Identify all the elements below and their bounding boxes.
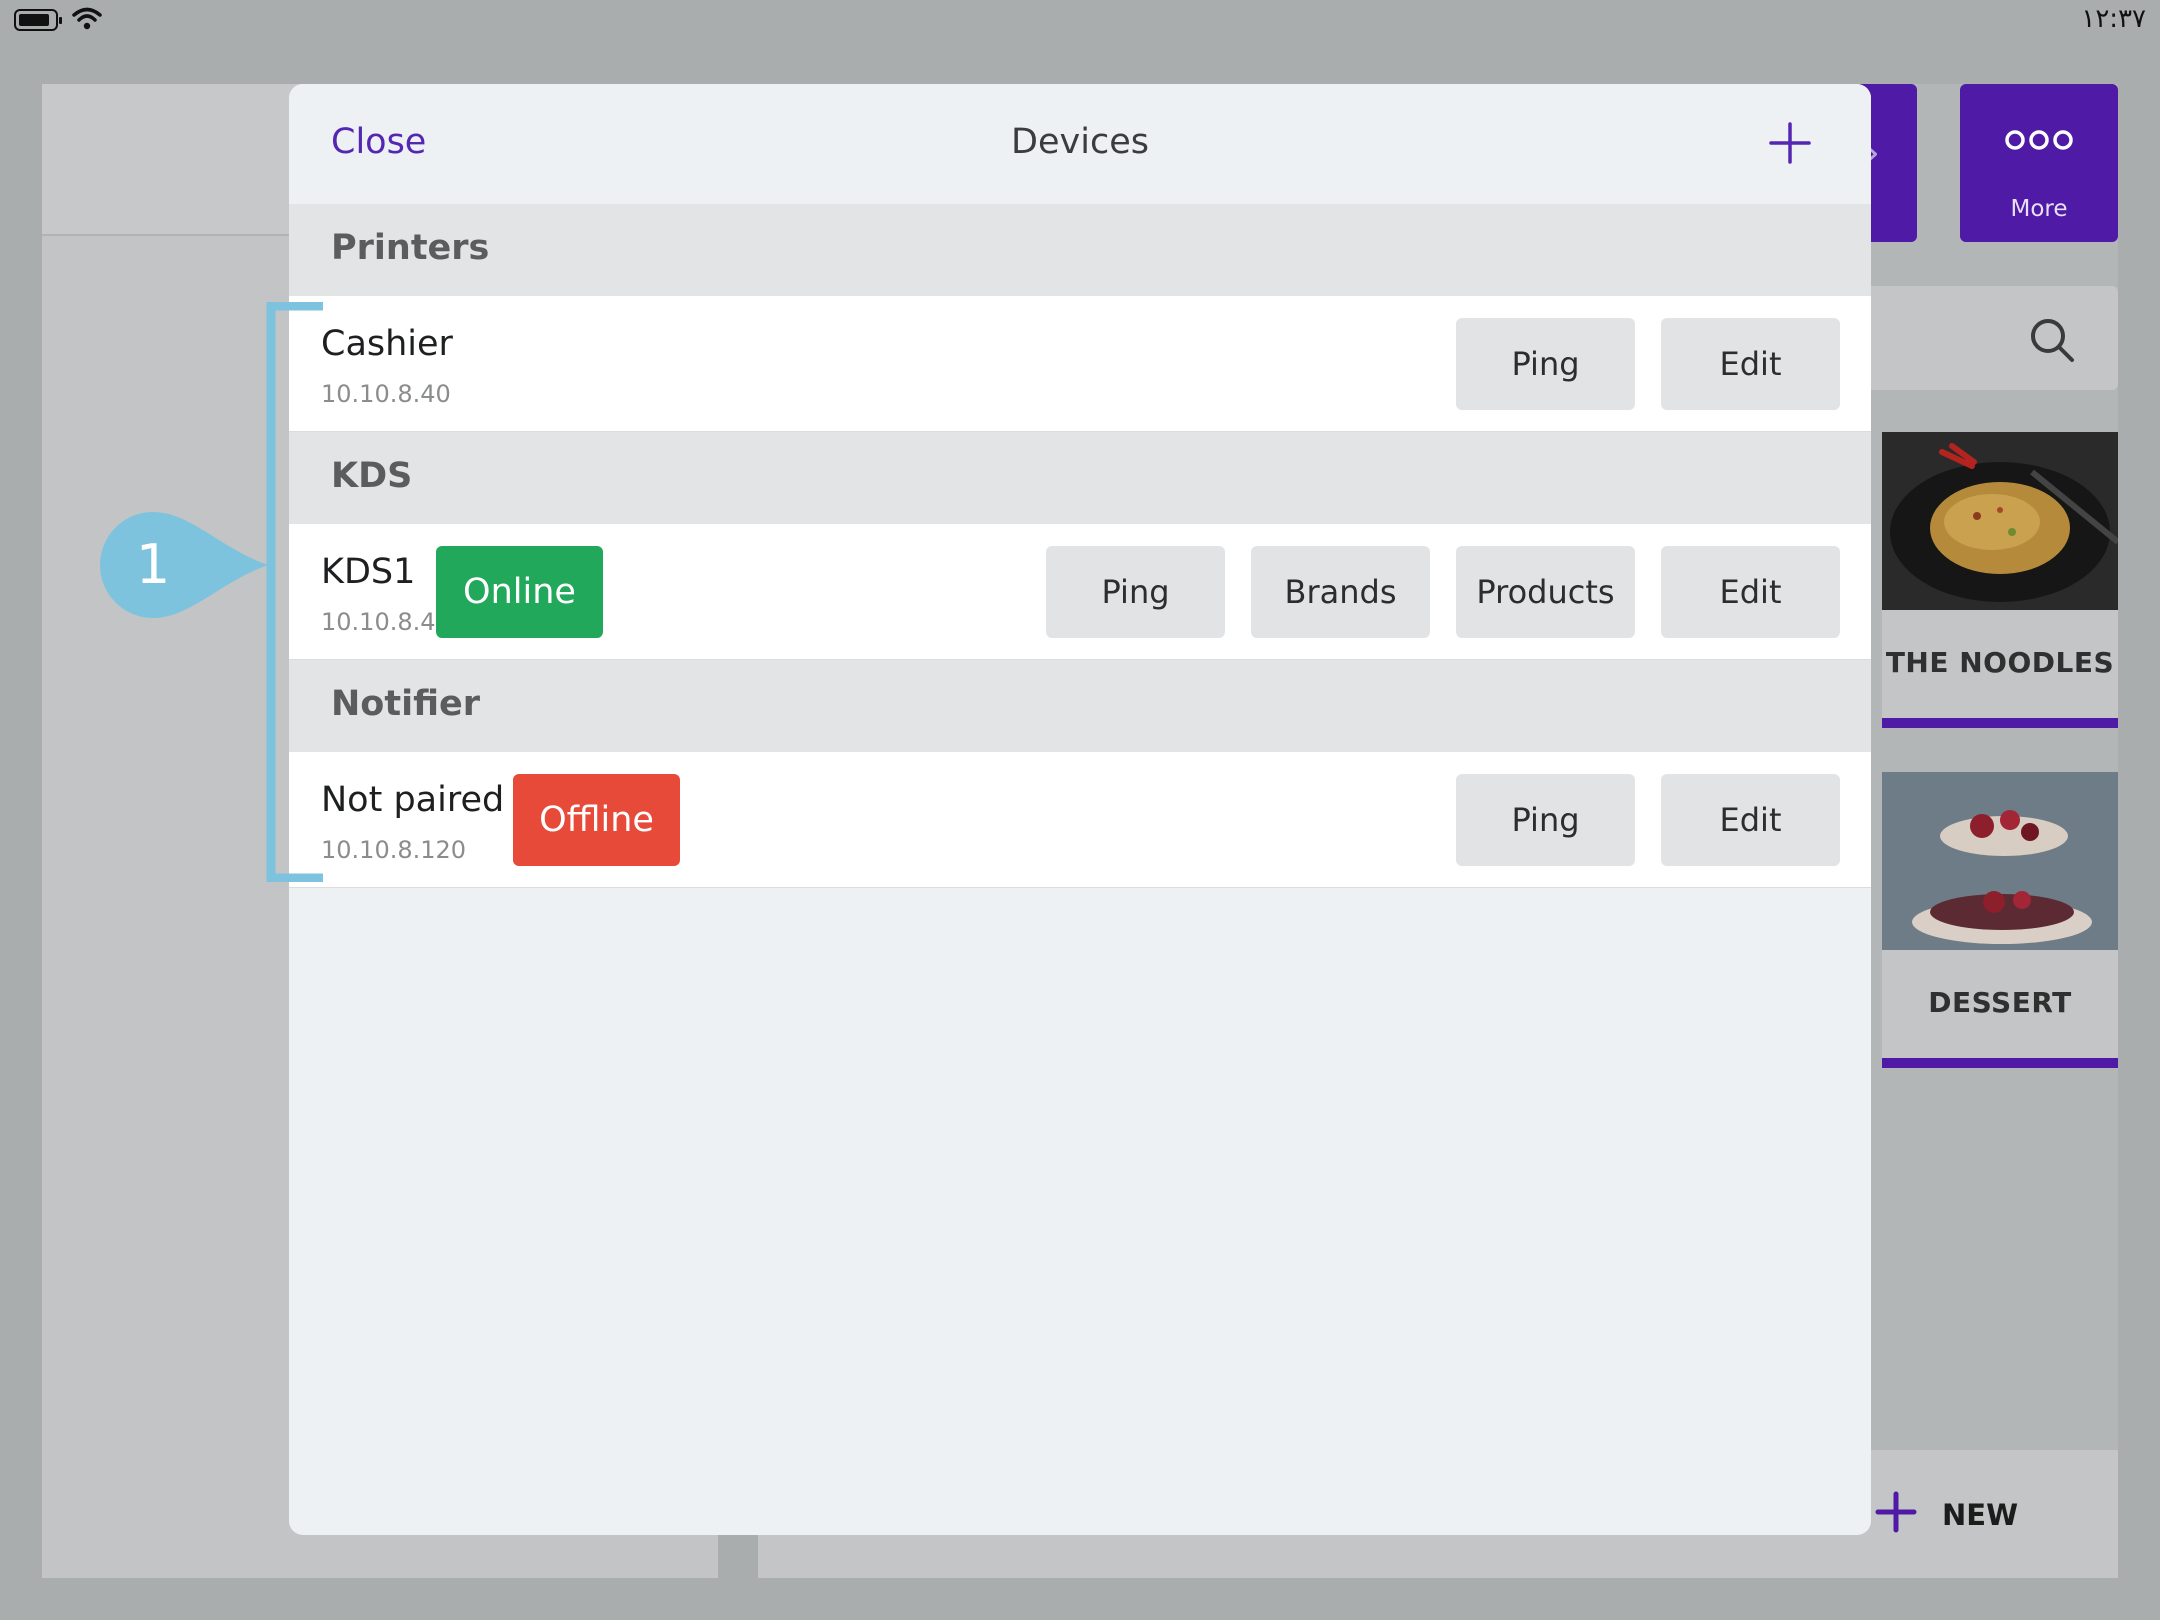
category-label: THE NOODLES: [1885, 646, 2115, 679]
edit-button[interactable]: Edit: [1661, 774, 1840, 866]
status-time: ۱۲:۳۷: [2081, 4, 2146, 34]
devices-modal: Close Devices Printers Cashier 10.10.8.4…: [289, 84, 1871, 1535]
device-name: Not paired: [321, 780, 505, 820]
device-ip: 10.10.8.41: [321, 608, 451, 636]
ping-button[interactable]: Ping: [1456, 318, 1635, 410]
more-button[interactable]: More: [1960, 84, 2118, 242]
battery-icon: [14, 9, 62, 31]
modal-header: Close Devices: [289, 84, 1871, 204]
device-row-kds1: KDS1 10.10.8.41 Online Ping Brands Produ…: [289, 524, 1871, 660]
status-badge-offline: Offline: [513, 774, 680, 866]
edit-button[interactable]: Edit: [1661, 546, 1840, 638]
ping-button[interactable]: Ping: [1456, 774, 1635, 866]
callout-bracket: [266, 302, 323, 882]
section-title: KDS: [331, 456, 413, 496]
device-name: KDS1: [321, 552, 416, 592]
search-icon: [2031, 319, 2074, 362]
noodles-image: [1882, 432, 2118, 610]
status-bar: ۱۲:۳۷: [0, 0, 2160, 40]
wifi-icon: [72, 7, 102, 30]
ping-button[interactable]: Ping: [1046, 546, 1225, 638]
section-header-printers: Printers: [289, 204, 1871, 296]
callout-number: 1: [135, 533, 171, 596]
brands-button[interactable]: Brands: [1251, 546, 1430, 638]
dessert-image: [1882, 772, 2118, 950]
modal-title: Devices: [1011, 122, 1149, 162]
category-card-dessert[interactable]: DESSERT: [1882, 772, 2118, 1068]
section-title: Printers: [331, 228, 490, 268]
category-label: DESSERT: [1928, 986, 2072, 1019]
device-ip: 10.10.8.120: [321, 836, 467, 864]
device-ip: 10.10.8.40: [321, 380, 451, 408]
new-button[interactable]: NEW: [1942, 1498, 2018, 1532]
device-name: Cashier: [321, 324, 453, 364]
more-dots-icon: [2005, 130, 2073, 150]
section-title: Notifier: [331, 684, 481, 724]
device-row-not-paired: Not paired 10.10.8.120 Offline Ping Edit: [289, 752, 1871, 888]
add-device-icon[interactable]: [1769, 122, 1811, 164]
edit-button[interactable]: Edit: [1661, 318, 1840, 410]
more-label: More: [2010, 196, 2068, 222]
device-row-cashier: Cashier 10.10.8.40 Ping Edit: [289, 296, 1871, 432]
category-card-noodles[interactable]: THE NOODLES: [1882, 432, 2118, 728]
status-badge-online: Online: [436, 546, 603, 638]
section-header-notifier: Notifier: [289, 660, 1871, 752]
products-button[interactable]: Products: [1456, 546, 1635, 638]
plus-icon: [1875, 1491, 1917, 1533]
section-header-kds: KDS: [289, 432, 1871, 524]
